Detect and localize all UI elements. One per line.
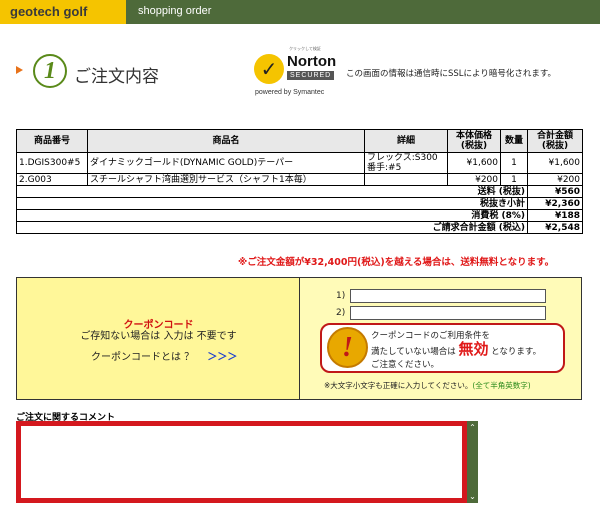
row-unit-price: ¥1,600 bbox=[447, 152, 501, 174]
coupon-field2-label: 2) bbox=[336, 308, 346, 318]
section-title: shopping order bbox=[138, 5, 212, 17]
norton-verify-text: クリックして検証 bbox=[289, 46, 321, 51]
norton-brand: Norton bbox=[287, 53, 337, 70]
coupon-code-input-2[interactable] bbox=[350, 306, 546, 320]
summary-row-grand-total: ご請求合計金額 (税込) ¥2,548 bbox=[16, 221, 583, 234]
free-shipping-note: ※ご注文金額が¥32,400円(税込)を越える場合は、送料無料となります。 bbox=[238, 257, 555, 268]
header-code: 商品番号 bbox=[16, 129, 88, 153]
table-row: 2.G003 スチールシャフト湾曲選別サービス（シャフト1本毎） ¥200 1 … bbox=[16, 173, 583, 186]
comment-scrollbar[interactable]: ⌃ ⌄ bbox=[467, 421, 478, 503]
step-1-circle-icon: 1 bbox=[33, 54, 67, 88]
subtotal-value: ¥2,360 bbox=[527, 197, 583, 210]
coupon-hint: ※大文字小文字も正確に入力してください。(全て半角英数字) bbox=[324, 381, 531, 390]
coupon-panel: クーポンコード ご存知ない場合は 入力は 不要です クーポンコードとは ？ ＞＞… bbox=[16, 277, 582, 400]
header-qty: 数量 bbox=[500, 129, 528, 153]
shipping-value: ¥560 bbox=[527, 185, 583, 198]
header-total: 合計金額 (税抜) bbox=[527, 129, 583, 153]
grand-total-value: ¥2,548 bbox=[527, 221, 583, 234]
row-total: ¥1,600 bbox=[527, 152, 583, 174]
row-qty: 1 bbox=[500, 152, 528, 174]
coupon-warning-text: クーポンコードのご利用条件を 満たしていない場合は 無効 となります。 ご注意く… bbox=[371, 331, 542, 370]
row-detail bbox=[364, 173, 448, 186]
header-detail: 詳細 bbox=[364, 129, 448, 153]
scroll-down-icon[interactable]: ⌄ bbox=[467, 492, 478, 501]
shipping-label: 送料 (税抜) bbox=[16, 185, 528, 198]
order-table-header: 商品番号 商品名 詳細 本体価格 (税抜) 数量 合計金額 (税抜) bbox=[16, 129, 583, 153]
site-logo[interactable]: geotech golf bbox=[0, 0, 126, 24]
header-unit-price: 本体価格 (税抜) bbox=[447, 129, 501, 153]
coupon-info: クーポンコード ご存知ない場合は 入力は 不要です クーポンコードとは ？ ＞＞… bbox=[17, 278, 300, 399]
orange-triangle-icon bbox=[16, 66, 23, 74]
row-unit-price: ¥200 bbox=[447, 173, 501, 186]
table-row: 1.DGIS300#5 ダイナミックゴールド(DYNAMIC GOLD)テーパー… bbox=[16, 152, 583, 174]
subtotal-label: 税抜き小計 bbox=[16, 197, 528, 210]
row-code: 1.DGIS300#5 bbox=[16, 152, 88, 174]
invalid-label: 無効 bbox=[458, 340, 489, 358]
row-detail: フレックス:S300 番手:#5 bbox=[364, 152, 448, 174]
row-total: ¥200 bbox=[527, 173, 583, 186]
summary-row-subtotal: 税抜き小計 ¥2,360 bbox=[16, 197, 583, 210]
coupon-what-link[interactable]: ＞＞＞ bbox=[207, 352, 237, 363]
row-code: 2.G003 bbox=[16, 173, 88, 186]
norton-powered-by: powered by Symantec bbox=[255, 89, 325, 96]
scroll-up-icon[interactable]: ⌃ bbox=[467, 423, 478, 432]
comment-box bbox=[16, 421, 467, 503]
header-name: 商品名 bbox=[87, 129, 365, 153]
norton-check-icon: ✓ bbox=[254, 54, 284, 84]
header-bar: geotech golf shopping order bbox=[0, 0, 600, 24]
coupon-code-input-1[interactable] bbox=[350, 289, 546, 303]
coupon-what-is: クーポンコードとは ？ ＞＞＞ bbox=[91, 348, 237, 363]
summary-row-shipping: 送料 (税抜) ¥560 bbox=[16, 185, 583, 198]
coupon-subtitle: ご存知ない場合は 入力は 不要です bbox=[80, 331, 237, 342]
ssl-note: この画面の情報は通信時にSSLにより暗号化されます。 bbox=[346, 69, 557, 79]
norton-secured-badge[interactable]: ✓ クリックして検証 Norton SECURED powered by Sym… bbox=[253, 46, 343, 98]
comment-textarea[interactable] bbox=[21, 426, 462, 498]
row-qty: 1 bbox=[500, 173, 528, 186]
row-product-name: ダイナミックゴールド(DYNAMIC GOLD)テーパー bbox=[87, 152, 365, 174]
tax-value: ¥188 bbox=[527, 209, 583, 222]
coupon-what-label: クーポンコードとは ？ bbox=[91, 352, 195, 363]
exclamation-icon: ! bbox=[327, 327, 368, 368]
row-product-name: スチールシャフト湾曲選別サービス（シャフト1本毎） bbox=[87, 173, 365, 186]
coupon-warning-box: ! クーポンコードのご利用条件を 満たしていない場合は 無効 となります。 ご注… bbox=[320, 323, 565, 373]
tax-label: 消費税 (8%) bbox=[16, 209, 528, 222]
order-table: 商品番号 商品名 詳細 本体価格 (税抜) 数量 合計金額 (税抜) 1.DGI… bbox=[16, 129, 583, 234]
page-title: ご注文内容 bbox=[74, 67, 159, 87]
norton-secured-label: SECURED bbox=[287, 71, 335, 80]
summary-row-tax: 消費税 (8%) ¥188 bbox=[16, 209, 583, 222]
coupon-field1-label: 1) bbox=[336, 291, 346, 301]
grand-total-label: ご請求合計金額 (税込) bbox=[16, 221, 528, 234]
